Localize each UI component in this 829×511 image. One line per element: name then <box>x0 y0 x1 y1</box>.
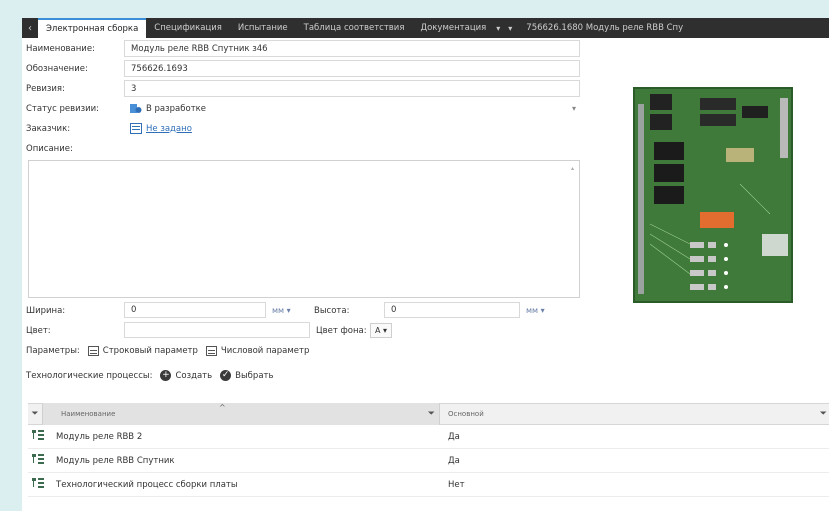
customer-field[interactable]: Не задано <box>124 120 580 137</box>
revision-field[interactable]: 3 <box>124 80 580 97</box>
tab-bar: ‹ Электронная сборка Спецификация Испыта… <box>22 18 829 38</box>
status-value: В разработке <box>146 103 207 114</box>
string-param-label: Строковый параметр <box>102 346 198 356</box>
name-row: Наименование: <box>22 40 124 58</box>
customer-row: Заказчик: <box>22 120 124 138</box>
revision-label: Ревизия: <box>26 84 65 94</box>
params-row: Параметры: Строковый параметр Числовой п… <box>26 346 317 356</box>
row-name: Технологический процесс сборки платы <box>56 479 238 490</box>
description-textarea[interactable]: ▴ <box>28 160 580 298</box>
choose-process-button[interactable]: ✓ Выбрать <box>220 370 274 381</box>
height-input[interactable]: 0 <box>384 302 520 318</box>
create-process-button[interactable]: + Создать <box>160 370 212 381</box>
color-label: Цвет: <box>26 326 51 336</box>
description-label: Описание: <box>26 144 73 154</box>
status-select[interactable]: В разработке ▾ <box>124 100 580 117</box>
name-field[interactable]: Модуль реле RBB Спутник з46 <box>124 40 580 57</box>
height-unit-select[interactable]: мм ▾ <box>526 306 545 315</box>
process-tree-icon <box>28 478 50 491</box>
customer-link[interactable]: Не задано <box>146 124 192 134</box>
table-row[interactable]: Модуль реле RBB 2 Да <box>28 425 829 449</box>
tab-specification[interactable]: Спецификация <box>146 18 230 38</box>
row-main-value: Да <box>448 431 460 442</box>
funnel-icon[interactable]: ⏷ <box>28 409 42 419</box>
pcb-image <box>630 84 796 306</box>
check-circle-icon: ✓ <box>220 370 232 381</box>
description-row: Описание: <box>22 140 124 158</box>
designation-field[interactable]: 756626.1693 <box>124 60 580 77</box>
column-header-main[interactable]: Основной ⏷ <box>440 403 829 425</box>
height-label: Высота: <box>314 306 350 316</box>
width-label: Ширина: <box>26 306 66 316</box>
tab-electronic-assembly[interactable]: Электронная сборка <box>38 18 147 38</box>
column-main-label: Основной <box>448 410 484 418</box>
column-name-label: Наименование <box>61 410 116 418</box>
document-menu-dropdown-icon[interactable]: ▾ <box>506 18 518 38</box>
color-row: Цвет: <box>22 322 124 340</box>
tab-overflow-dropdown-icon[interactable]: ▾ <box>494 18 506 38</box>
designation-label: Обозначение: <box>26 64 88 74</box>
status-label: Статус ревизии: <box>26 104 100 114</box>
row-main-value: Да <box>448 455 460 466</box>
tab-documentation[interactable]: Документация <box>412 18 494 38</box>
width-row: Ширина: <box>22 302 124 320</box>
add-numeric-param-button[interactable]: Числовой параметр <box>205 346 310 356</box>
scroll-up-icon[interactable]: ▴ <box>571 165 576 173</box>
funnel-icon[interactable]: ⏷ <box>820 409 827 419</box>
process-tree-icon <box>28 430 50 443</box>
grid-header: ⏷ Наименование ^ ⏷ Основной ⏷ <box>28 403 829 425</box>
bg-color-picker[interactable]: A ▾ <box>370 323 393 338</box>
funnel-icon[interactable]: ⏷ <box>428 409 435 419</box>
process-tree-icon <box>28 454 50 467</box>
revision-row: Ревизия: <box>22 80 124 98</box>
customer-label: Заказчик: <box>26 124 71 134</box>
tab-compliance-table[interactable]: Таблица соответствия <box>296 18 413 38</box>
add-string-param-button[interactable]: Строковый параметр <box>87 346 198 356</box>
params-label: Параметры: <box>26 346 80 356</box>
table-row[interactable]: Модуль реле RBB Спутник Да <box>28 449 829 473</box>
color-input[interactable] <box>124 322 310 338</box>
row-name: Модуль реле RBB 2 <box>56 431 143 442</box>
bg-color-label: Цвет фона: <box>316 326 367 336</box>
width-unit-select[interactable]: мм ▾ <box>272 306 291 315</box>
chevron-down-icon[interactable]: ▾ <box>572 104 576 113</box>
column-header-name[interactable]: Наименование ^ ⏷ <box>42 403 440 425</box>
create-label: Создать <box>175 370 213 381</box>
name-label: Наименование: <box>26 44 95 54</box>
width-input[interactable]: 0 <box>124 302 266 318</box>
tab-testing[interactable]: Испытание <box>230 18 296 38</box>
table-row[interactable]: Технологический процесс сборки платы Нет <box>28 473 829 497</box>
processes-label: Технологические процессы: <box>26 370 153 381</box>
processes-row: Технологические процессы: + Создать ✓ Вы… <box>26 370 282 381</box>
customer-card-icon <box>130 123 142 134</box>
numeric-param-icon <box>205 346 217 356</box>
processes-grid: ⏷ Наименование ^ ⏷ Основной ⏷ Модуль рел… <box>28 403 829 497</box>
status-gear-icon <box>130 103 142 114</box>
row-name: Модуль реле RBB Спутник <box>56 455 175 466</box>
row-main-value: Нет <box>448 479 465 490</box>
status-row: Статус ревизии: <box>22 100 124 118</box>
numeric-param-label: Числовой параметр <box>220 346 310 356</box>
document-title: 756626.1680 Модуль реле RBB Спу <box>526 23 684 33</box>
sort-ascending-icon: ^ <box>219 403 226 412</box>
chevron-left-icon[interactable]: ‹ <box>22 18 38 38</box>
choose-label: Выбрать <box>235 370 274 381</box>
string-param-icon <box>87 346 99 356</box>
app-window: ‹ Электронная сборка Спецификация Испыта… <box>22 18 829 511</box>
plus-circle-icon: + <box>160 370 172 381</box>
designation-row: Обозначение: <box>22 60 124 78</box>
